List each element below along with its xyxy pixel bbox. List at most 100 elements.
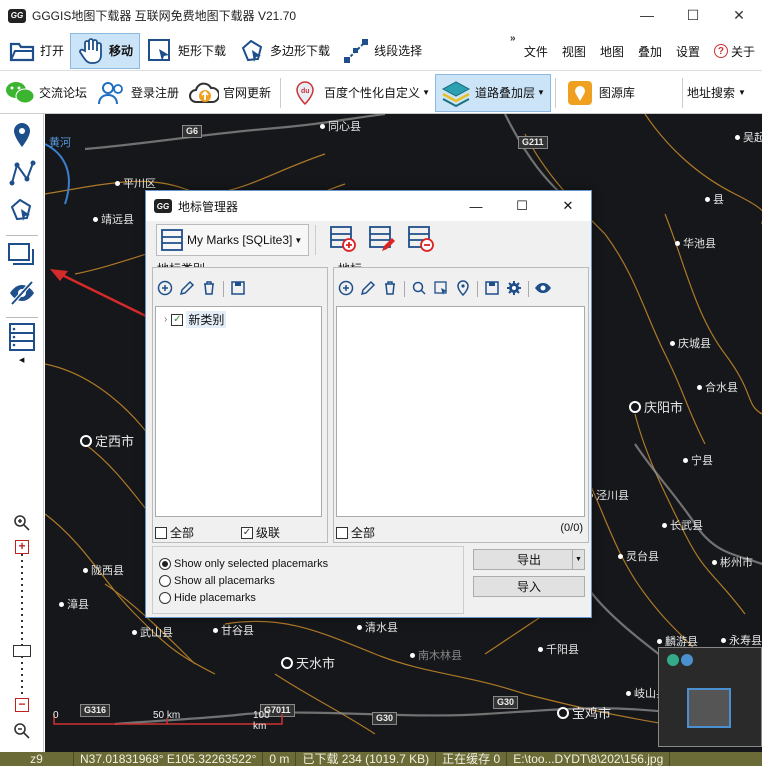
- edit-category-button[interactable]: [176, 278, 198, 300]
- add-category-button[interactable]: [154, 278, 176, 300]
- edit-mark-button[interactable]: [357, 278, 379, 300]
- city-label: 千阳县: [538, 641, 579, 657]
- radio-show-selected[interactable]: Show only selected placemarks: [159, 555, 463, 572]
- minimize-button[interactable]: —: [624, 0, 670, 30]
- cascade-label: 级联: [256, 526, 281, 540]
- zoom-out-icon[interactable]: [13, 722, 31, 743]
- road-overlay-button[interactable]: 道路叠加层 ▼: [434, 73, 551, 112]
- save-mark-button[interactable]: [481, 278, 503, 300]
- rect-download-button[interactable]: 矩形下载: [140, 33, 232, 69]
- search-mark-button[interactable]: [408, 278, 430, 300]
- expand-chevron-icon[interactable]: ›: [164, 314, 167, 325]
- login-button[interactable]: 登录注册: [92, 74, 184, 112]
- dialog-maximize-button[interactable]: ☐: [499, 191, 545, 221]
- cascade-checkbox[interactable]: ✓: [241, 526, 253, 539]
- category-tree[interactable]: › ✓ 新类别: [155, 306, 322, 517]
- collapse-arrow-icon[interactable]: ◀: [19, 356, 24, 364]
- pencil-icon: [179, 280, 195, 299]
- locate-mark-button[interactable]: [452, 278, 474, 300]
- icon-library-label: 图源库: [598, 86, 635, 100]
- cascade-option[interactable]: ✓ 级联: [241, 524, 280, 541]
- pencil-icon: [360, 280, 376, 299]
- zoom-in-icon[interactable]: [13, 514, 31, 535]
- toolbar-overflow-icon[interactable]: »: [510, 33, 516, 44]
- menu-about[interactable]: ? 关于: [713, 43, 755, 60]
- open-button[interactable]: 打开: [2, 33, 70, 69]
- line-select-button[interactable]: 线段选择: [336, 33, 428, 69]
- radio-hide[interactable]: Hide placemarks: [159, 589, 463, 606]
- select-all-marks[interactable]: 全部: [336, 524, 375, 541]
- marks-list[interactable]: [336, 306, 585, 517]
- dropdown-arrow-icon: ▼: [738, 88, 746, 97]
- database-name: My Marks [SQLite3]: [187, 233, 293, 247]
- rect-select-icon: [146, 37, 174, 65]
- radio-indicator[interactable]: [159, 574, 171, 587]
- select-all-categories[interactable]: 全部: [155, 524, 194, 541]
- edit-database-button[interactable]: [366, 224, 398, 256]
- toolbar-divider: [223, 281, 224, 297]
- move-button[interactable]: 移动: [70, 32, 141, 69]
- menu-view[interactable]: 视图: [562, 43, 586, 60]
- placemark-tool[interactable]: [6, 120, 38, 152]
- tree-item-new-category[interactable]: › ✓ 新类别: [164, 311, 227, 328]
- import-button[interactable]: 导入: [473, 576, 585, 597]
- forum-button[interactable]: 交流论坛: [0, 74, 92, 112]
- select-area-button[interactable]: [430, 278, 452, 300]
- polyline-tool[interactable]: [6, 158, 38, 190]
- radio-label: Show only selected placemarks: [174, 557, 329, 570]
- zoom-slider-knob[interactable]: [13, 645, 31, 657]
- delete-database-button[interactable]: [405, 224, 437, 256]
- update-button[interactable]: 官网更新: [184, 74, 276, 112]
- radio-show-all[interactable]: Show all placemarks: [159, 572, 463, 589]
- delete-category-button[interactable]: [198, 278, 220, 300]
- zoom-minus-button[interactable]: −: [15, 698, 29, 712]
- city-label: 永寿县: [721, 632, 762, 648]
- baidu-custom-button[interactable]: du 百度个性化自定义 ▼: [285, 74, 435, 112]
- toolbar-divider: [477, 281, 478, 297]
- icon-library-button[interactable]: 图源库: [560, 74, 640, 112]
- dialog-toolbar: My Marks [SQLite3] ▼: [146, 221, 591, 259]
- close-button[interactable]: ✕: [716, 0, 762, 30]
- city-label: 清水县: [357, 619, 398, 635]
- main-toolbar: 打开 移动 矩形下载 多边形下载 线段选择 » 文件 视图 地图 叠加 设置 ?…: [0, 31, 762, 71]
- help-icon: ?: [713, 44, 728, 58]
- address-search-button[interactable]: 地址搜索 ▼: [682, 74, 751, 112]
- minimap-viewport[interactable]: [687, 688, 731, 728]
- overview-minimap[interactable]: [658, 647, 762, 747]
- add-mark-button[interactable]: [335, 278, 357, 300]
- zoom-slider-track[interactable]: [21, 554, 23, 714]
- database-select[interactable]: My Marks [SQLite3] ▼: [156, 224, 310, 256]
- move-label: 移动: [109, 44, 134, 58]
- menu-overlay[interactable]: 叠加: [638, 43, 662, 60]
- delete-mark-button[interactable]: [379, 278, 401, 300]
- mark-settings-button[interactable]: [503, 278, 525, 300]
- radio-indicator[interactable]: [159, 557, 171, 570]
- minimap-toggle-icon[interactable]: [667, 654, 679, 666]
- maximize-button[interactable]: ☐: [670, 0, 716, 30]
- database-tool[interactable]: [6, 322, 38, 354]
- toolbar-divider: [280, 77, 282, 108]
- dialog-minimize-button[interactable]: —: [453, 191, 499, 221]
- menu-map[interactable]: 地图: [600, 43, 624, 60]
- dropdown-arrow-icon: ▼: [537, 88, 545, 97]
- zoom-plus-button[interactable]: +: [15, 540, 29, 554]
- split-dropdown-icon[interactable]: ▼: [572, 550, 584, 569]
- menu-settings[interactable]: 设置: [676, 43, 700, 60]
- menu-file[interactable]: 文件: [524, 43, 548, 60]
- layers-tool[interactable]: [6, 240, 38, 272]
- toolbar-divider: [404, 281, 405, 297]
- export-button[interactable]: 导出 ▼: [473, 549, 585, 570]
- visibility-button[interactable]: [532, 278, 554, 300]
- select-all-marks-checkbox[interactable]: [336, 526, 348, 539]
- select-all-label: 全部: [170, 526, 195, 540]
- minimap-settings-icon[interactable]: [681, 654, 693, 666]
- select-tool[interactable]: [6, 196, 38, 228]
- dialog-close-button[interactable]: ✕: [545, 191, 591, 221]
- select-all-checkbox[interactable]: [155, 526, 167, 539]
- radio-indicator[interactable]: [159, 591, 171, 604]
- save-category-button[interactable]: [227, 278, 249, 300]
- add-database-button[interactable]: [327, 224, 359, 256]
- poly-download-button[interactable]: 多边形下载: [232, 33, 336, 69]
- hide-marks-tool[interactable]: [6, 278, 38, 310]
- category-checkbox[interactable]: ✓: [171, 313, 184, 326]
